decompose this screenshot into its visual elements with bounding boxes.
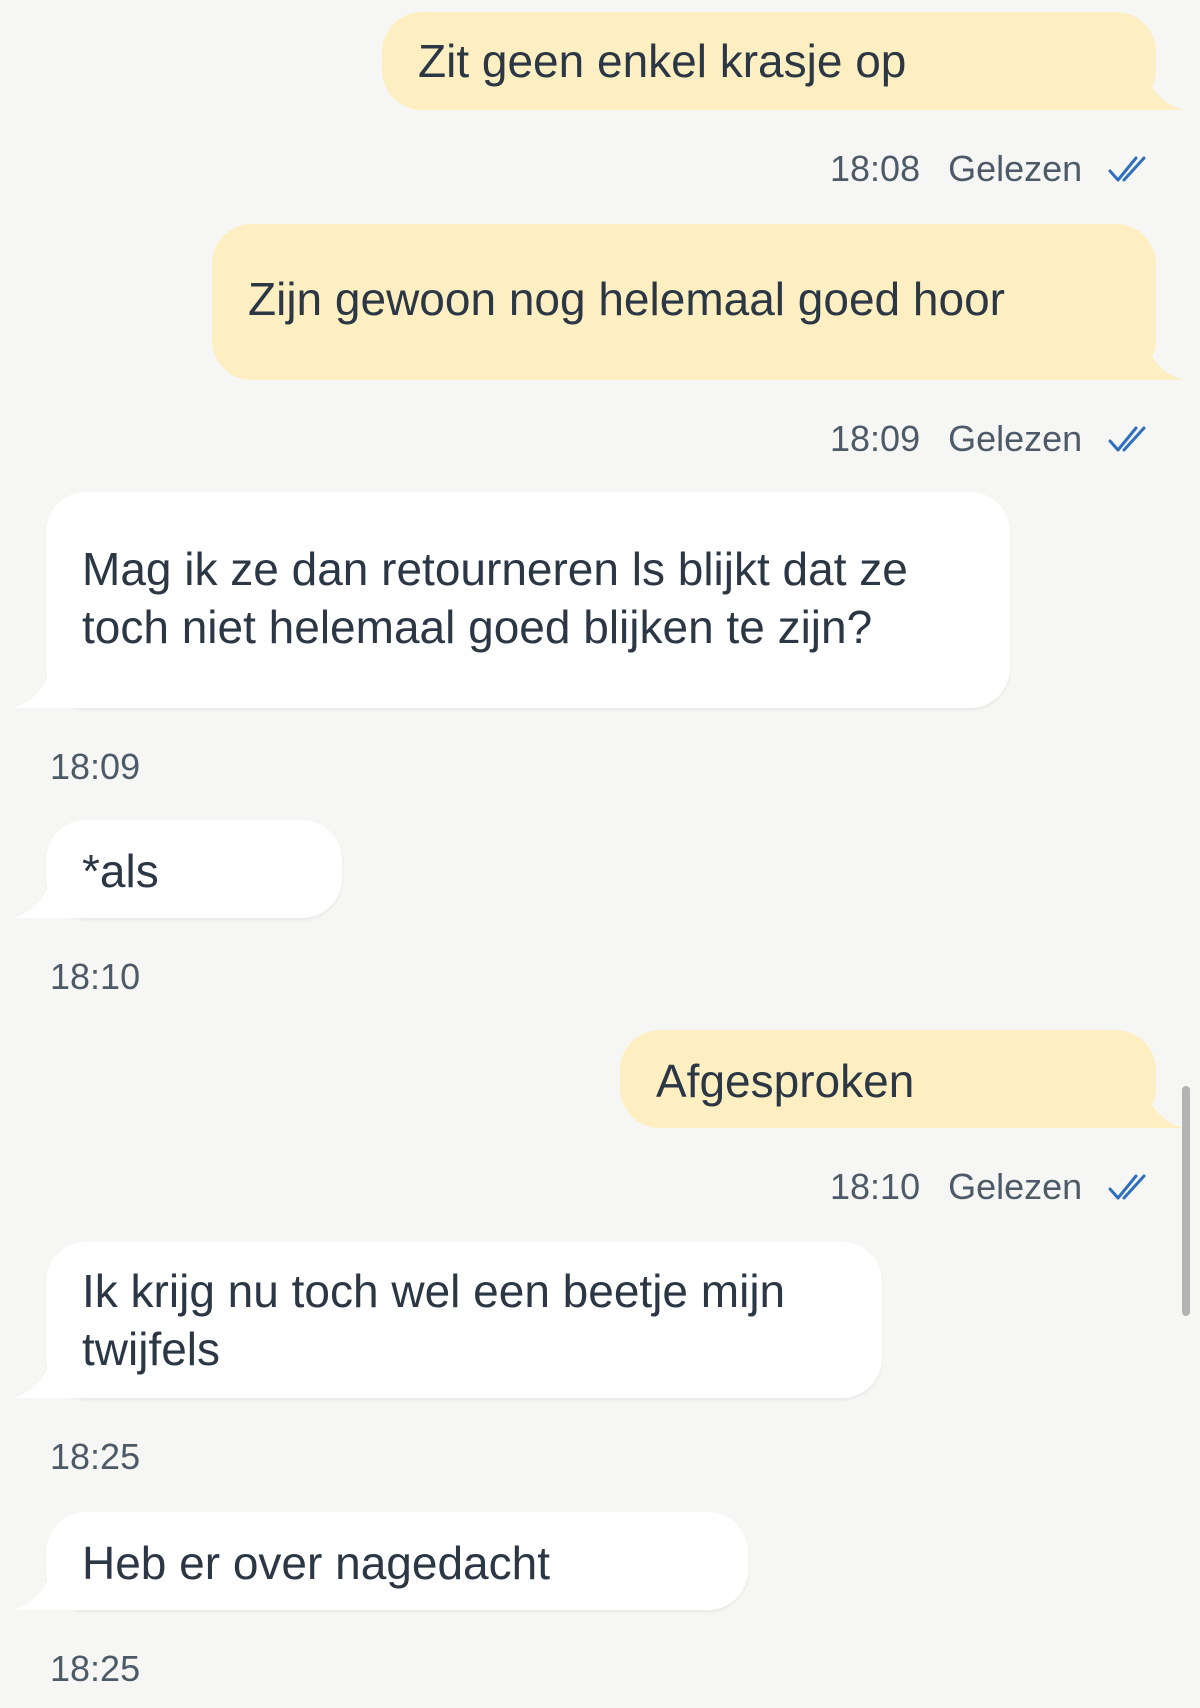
message-bubble-incoming[interactable]: *als — [12, 820, 342, 918]
message-text: Zit geen enkel krasje op — [418, 35, 907, 87]
message-time: 18:25 — [50, 1648, 141, 1689]
message-text: Ik krijg nu toch wel een beetje mijn twi… — [82, 1265, 786, 1375]
message-text: Zijn gewoon nog helemaal goed hoor — [248, 273, 1005, 325]
read-status: Gelezen — [948, 418, 1083, 459]
message-text: Heb er over nagedacht — [82, 1537, 550, 1589]
message-bubble-incoming[interactable]: Heb er over nagedacht — [12, 1512, 748, 1610]
message-text: Afgesproken — [656, 1055, 915, 1107]
message-time: 18:09 — [830, 418, 921, 459]
scrollbar[interactable] — [1182, 1086, 1190, 1316]
message-text: *als — [82, 845, 159, 897]
bubble-tail — [12, 638, 82, 708]
read-status: Gelezen — [948, 1166, 1083, 1207]
message-meta: 18:10 Gelezen — [830, 1166, 1152, 1208]
read-status: Gelezen — [948, 148, 1083, 189]
bubble-tail — [12, 1540, 82, 1610]
message-bubble-outgoing[interactable]: Zijn gewoon nog helemaal goed hoor — [212, 224, 1184, 380]
message-time: 18:08 — [830, 148, 921, 189]
message-time: 18:10 — [830, 1166, 921, 1207]
message-bubble-outgoing[interactable]: Zit geen enkel krasje op — [382, 12, 1184, 110]
bubble-tail — [12, 848, 82, 918]
bubble-tail — [12, 1328, 82, 1398]
double-check-icon — [1108, 426, 1146, 452]
message-time: 18:25 — [50, 1436, 141, 1477]
message-bubble-outgoing[interactable]: Afgesproken — [620, 1030, 1184, 1128]
double-check-icon — [1108, 1174, 1146, 1200]
message-text: Mag ik ze dan retourneren ls blijkt dat … — [82, 543, 908, 653]
message-bubble-incoming[interactable]: Mag ik ze dan retourneren ls blijkt dat … — [12, 492, 1010, 708]
message-bubble-incoming[interactable]: Ik krijg nu toch wel een beetje mijn twi… — [12, 1242, 882, 1398]
message-meta: 18:08 Gelezen — [830, 148, 1152, 190]
message-time: 18:10 — [50, 956, 141, 997]
message-time: 18:09 — [50, 746, 141, 787]
message-meta: 18:09 Gelezen — [830, 418, 1152, 460]
double-check-icon — [1108, 156, 1146, 182]
